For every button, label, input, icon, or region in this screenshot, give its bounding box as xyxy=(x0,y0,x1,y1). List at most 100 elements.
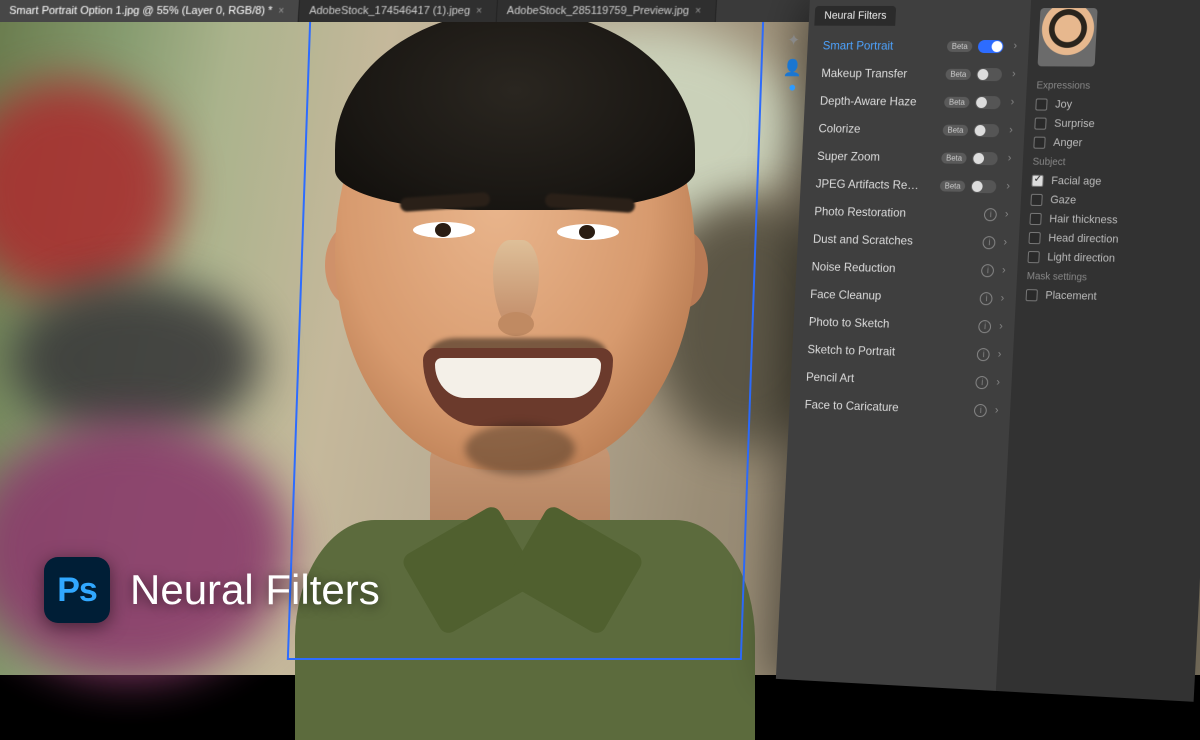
option-row[interactable]: Gaze xyxy=(1030,194,1200,209)
option-label: Placement xyxy=(1045,290,1097,303)
logo-text: Ps xyxy=(57,571,97,610)
section-header-subject: Subject xyxy=(1032,157,1200,170)
portrait-filters-icon[interactable]: 👤 xyxy=(781,57,803,79)
filter-item[interactable]: Depth-Aware HazeBeta› xyxy=(814,87,1021,117)
filter-name: Depth-Aware Haze xyxy=(820,94,939,109)
document-tab[interactable]: Smart Portrait Option 1.jpg @ 55% (Layer… xyxy=(0,0,300,22)
filter-item[interactable]: JPEG Artifacts Re…Beta› xyxy=(809,170,1016,201)
tab-label: Smart Portrait Option 1.jpg @ 55% (Layer… xyxy=(9,5,273,17)
filter-name: Face to Caricature xyxy=(804,397,971,416)
checkbox[interactable] xyxy=(1033,137,1045,149)
all-filters-icon[interactable]: ✦ xyxy=(783,30,805,52)
filter-toggle[interactable] xyxy=(972,151,998,164)
close-icon[interactable]: × xyxy=(476,5,483,16)
chevron-right-icon: › xyxy=(995,405,999,417)
beta-badge: Beta xyxy=(945,68,971,79)
filter-toggle[interactable] xyxy=(978,39,1004,52)
chevron-right-icon: › xyxy=(1009,124,1013,136)
filter-name: Smart Portrait xyxy=(822,39,941,53)
info-icon[interactable]: i xyxy=(977,347,990,360)
checkbox[interactable] xyxy=(1034,118,1046,130)
document-tab[interactable]: AdobeStock_174546417 (1).jpeg × xyxy=(298,0,497,22)
filter-toggle[interactable] xyxy=(975,95,1001,108)
beta-badge: Beta xyxy=(942,124,968,135)
beta-badge: Beta xyxy=(947,40,973,51)
filter-name: Sketch to Portrait xyxy=(807,342,974,361)
info-icon[interactable]: i xyxy=(981,264,994,277)
option-label: Facial age xyxy=(1051,175,1102,188)
filter-list: Smart PortraitBeta›Makeup TransferBeta›D… xyxy=(789,26,1030,431)
info-icon[interactable]: i xyxy=(976,375,989,388)
tab-label: AdobeStock_285119759_Preview.jpg xyxy=(507,5,690,17)
info-icon[interactable]: i xyxy=(978,320,991,333)
checkbox[interactable] xyxy=(1031,175,1043,187)
checkbox[interactable] xyxy=(1035,98,1047,110)
title-overlay: Ps Neural Filters xyxy=(44,557,380,623)
filter-name: Photo Restoration xyxy=(814,204,981,221)
checkbox[interactable] xyxy=(1027,251,1039,263)
chevron-right-icon: › xyxy=(996,377,1000,389)
filter-item[interactable]: Super ZoomBeta› xyxy=(811,142,1018,172)
beta-badge: Beta xyxy=(940,180,966,191)
checkbox[interactable] xyxy=(1030,194,1042,206)
info-icon[interactable]: i xyxy=(974,403,987,416)
filter-item[interactable]: ColorizeBeta› xyxy=(812,114,1019,144)
filter-toggle[interactable] xyxy=(974,123,1000,136)
option-label: Surprise xyxy=(1054,118,1095,130)
info-icon[interactable]: i xyxy=(980,292,993,305)
photoshop-logo: Ps xyxy=(44,557,110,623)
document-tab[interactable]: AdobeStock_285119759_Preview.jpg × xyxy=(496,0,716,22)
option-label: Gaze xyxy=(1050,194,1076,206)
option-label: Hair thickness xyxy=(1049,213,1118,226)
overlay-title: Neural Filters xyxy=(130,566,380,614)
filter-options: Expressions Joy Surprise Anger Subject Fac… xyxy=(996,0,1200,702)
bg-blur xyxy=(0,420,290,680)
panel-title-tab: Neural Filters xyxy=(814,6,896,26)
info-icon[interactable]: i xyxy=(984,208,997,221)
neural-filters-panel: ✦ 👤 Neural Filters Smart PortraitBeta›Ma… xyxy=(776,0,1200,702)
filter-item[interactable]: Face to Caricaturei › xyxy=(798,390,1005,424)
filter-item[interactable]: Dust and Scratchesi› xyxy=(807,225,1014,257)
filter-name: Photo to Sketch xyxy=(809,315,976,333)
filter-item[interactable]: Makeup Transfer Beta › xyxy=(815,59,1022,88)
checkbox[interactable] xyxy=(1029,213,1041,225)
beta-badge: Beta xyxy=(941,152,967,163)
chevron-right-icon: › xyxy=(1005,208,1009,220)
filter-name: Pencil Art xyxy=(806,370,973,389)
option-row[interactable]: Surprise xyxy=(1034,118,1200,132)
section-header-mask: Mask settings xyxy=(1026,271,1200,286)
filter-name: Noise Reduction xyxy=(811,260,978,277)
option-row[interactable]: Hair thickness xyxy=(1029,213,1200,228)
bg-blur xyxy=(0,80,180,300)
chevron-right-icon: › xyxy=(1002,264,1006,276)
chevron-right-icon: › xyxy=(1013,40,1017,52)
option-row[interactable]: Facial age xyxy=(1031,175,1200,190)
filter-toggle[interactable] xyxy=(971,179,997,192)
filter-name: JPEG Artifacts Re… xyxy=(815,177,934,193)
filter-name: Makeup Transfer xyxy=(821,66,940,81)
tab-label: AdobeStock_174546417 (1).jpeg xyxy=(309,5,471,17)
filter-toggle[interactable] xyxy=(977,67,1003,80)
chevron-right-icon: › xyxy=(1000,293,1004,305)
option-row[interactable]: Anger xyxy=(1033,137,1200,151)
panel-category-icons: ✦ 👤 xyxy=(781,30,807,95)
chevron-right-icon: › xyxy=(999,321,1003,333)
bg-blur xyxy=(10,280,260,440)
option-row[interactable]: Placement xyxy=(1026,289,1200,305)
info-icon[interactable]: i xyxy=(983,236,996,249)
option-label: Light direction xyxy=(1047,251,1115,264)
chevron-right-icon: › xyxy=(1010,96,1014,108)
close-icon[interactable]: × xyxy=(278,5,285,16)
filter-item[interactable]: Photo Restorationi › xyxy=(808,197,1015,228)
chevron-right-icon: › xyxy=(1012,68,1016,80)
option-label: Head direction xyxy=(1048,232,1119,245)
option-row[interactable]: Light direction xyxy=(1027,251,1200,267)
checkbox[interactable] xyxy=(1028,232,1040,244)
option-row[interactable]: Head direction xyxy=(1028,232,1200,247)
section-header-expressions: Expressions xyxy=(1036,80,1200,92)
close-icon[interactable]: × xyxy=(695,5,701,16)
option-row[interactable]: Joy xyxy=(1035,98,1200,112)
checkbox[interactable] xyxy=(1026,289,1038,301)
face-thumbnail[interactable] xyxy=(1038,8,1098,67)
filter-item[interactable]: Smart Portrait Beta › xyxy=(816,32,1023,61)
